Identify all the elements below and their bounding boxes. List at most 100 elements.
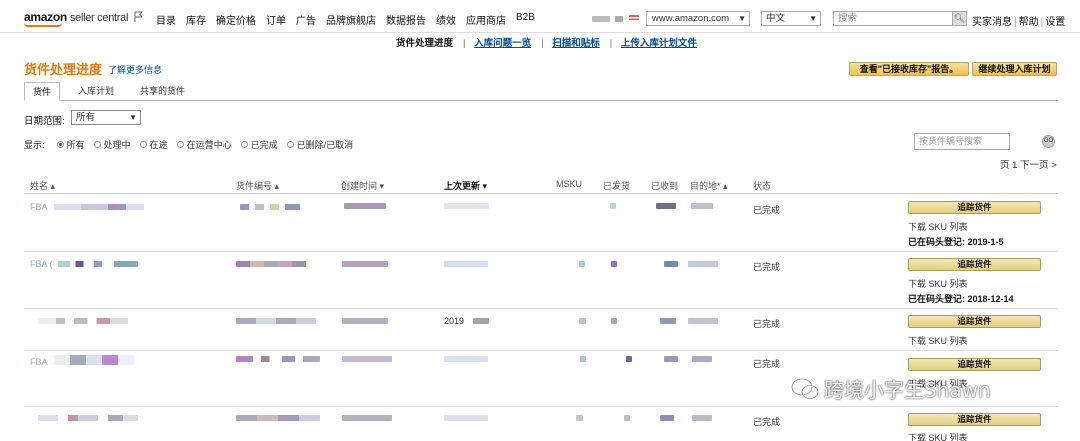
date-range-label: 日期范围: [24, 116, 65, 127]
filter-in-transit-radio[interactable]: 在途 [139, 138, 168, 151]
language-select[interactable]: 中文 ▼ [761, 11, 821, 26]
radio-icon [240, 141, 248, 148]
dropdown-arrow-icon: ▼ [738, 14, 746, 23]
search-icon[interactable]: 🔍︎ [952, 12, 966, 25]
blurred-text [664, 356, 678, 362]
track-shipment-button[interactable]: 追踪货件 [908, 358, 1041, 371]
subnav-scan-label[interactable]: 扫描和贴标 [552, 38, 600, 49]
tab-shipments[interactable]: 货件 [24, 82, 61, 101]
shipment-search-input[interactable]: 按货件编号搜索 [914, 133, 1010, 150]
tab-inbound-plans[interactable]: 入库计划 [70, 82, 122, 101]
blurred-text [692, 356, 712, 362]
go-button[interactable]: GO [1042, 135, 1055, 148]
page-title: 货件处理进度 [24, 62, 103, 77]
received-report-button[interactable]: 查看"已接收库存"报告。 [849, 62, 969, 76]
shipment-name[interactable]: FBA [30, 202, 48, 212]
col-last-updated[interactable]: 上次更新 ▾ [444, 179, 487, 192]
nav-item[interactable]: 应用商店 [466, 12, 506, 27]
blurred-text [344, 203, 386, 209]
tab-shared-shipments[interactable]: 共享的货件 [132, 82, 193, 101]
download-sku-link[interactable]: 下载 SKU 列表 [908, 277, 968, 290]
nav-item[interactable]: 数据报告 [386, 12, 426, 27]
main-nav: 目录 库存 确定价格 订单 广告 品牌旗舰店 数据报告 绩效 应用商店 B2B [156, 12, 545, 27]
col-received: 已收到 [651, 181, 679, 191]
flag-icon[interactable] [134, 11, 144, 22]
track-shipment-button[interactable]: 追踪货件 [908, 258, 1041, 271]
col-shipment-id[interactable]: 货件编号 ▴ [236, 179, 279, 192]
show-label: 显示: [24, 140, 45, 150]
blurred-text [691, 203, 713, 209]
tab-bar: 货件 入库计划 共享的货件 [24, 82, 1058, 101]
track-shipment-button[interactable]: 追踪货件 [908, 315, 1041, 328]
blurred-text [611, 261, 617, 267]
download-sku-link[interactable]: 下载 SKU 列表 [908, 334, 968, 347]
learn-more-link[interactable]: 了解更多信息 [108, 63, 162, 76]
nav-item[interactable]: 广告 [296, 12, 316, 27]
blurred-text [688, 261, 718, 267]
settings-link[interactable]: 设置 [1045, 17, 1065, 28]
track-shipment-button[interactable]: 追踪货件 [908, 413, 1041, 426]
col-destination[interactable]: 目的地* ▴ [690, 179, 728, 192]
status-badge: 已完成 [753, 359, 781, 369]
blurred-text [236, 356, 320, 362]
blurred-account [615, 16, 623, 22]
nav-item[interactable]: 确定价格 [216, 12, 256, 27]
table-row: FBA 已完成 追踪货件 下载 SKU 列表 已在码头登记: 2019-1-5 [24, 195, 1058, 252]
blurred-text [626, 356, 632, 362]
search-input[interactable]: 搜索 🔍︎ [833, 11, 967, 26]
nav-item[interactable]: 绩效 [436, 12, 456, 27]
help-link[interactable]: 帮助 [1019, 17, 1039, 28]
nav-item[interactable]: 库存 [186, 12, 206, 27]
blurred-text [624, 415, 630, 421]
col-created[interactable]: 创建时间 ▾ [341, 179, 384, 192]
status-badge: 已完成 [753, 417, 781, 427]
marketplace-select[interactable]: www.amazon.com ▼ [646, 11, 750, 26]
subnav-upload-plan[interactable]: 上传入库计划文件 [621, 38, 697, 49]
top-links: 买家消息 | 帮助 | 设置 [972, 17, 1066, 28]
pagination[interactable]: 页 1 下一页 > [1000, 157, 1057, 171]
nav-item[interactable]: 订单 [266, 12, 286, 27]
filter-working-radio[interactable]: 处理中 [93, 138, 131, 151]
blurred-text [444, 356, 488, 362]
blurred-text [664, 261, 678, 267]
messages-link[interactable]: 买家消息 [972, 17, 1012, 28]
col-status: 状态 [753, 181, 772, 191]
blurred-text [660, 318, 676, 324]
track-shipment-button[interactable]: 追踪货件 [908, 201, 1041, 214]
subnav-current: 货件处理进度 [396, 38, 454, 49]
filter-closed-radio[interactable]: 已完成 [240, 138, 278, 151]
blurred-text [579, 318, 586, 324]
nav-item[interactable]: 品牌旗舰店 [326, 12, 376, 27]
filter-at-fc-radio[interactable]: 在运营中心 [176, 138, 232, 151]
blurred-text [54, 204, 144, 210]
status-badge: 已完成 [753, 319, 781, 329]
blurred-text [576, 415, 583, 421]
filter-cancelled-radio[interactable]: 已删除/已取消 [286, 138, 353, 151]
blurred-text [688, 318, 718, 324]
table-row: 2019 已完成 追踪货件 下载 SKU 列表 [24, 309, 1058, 351]
subnav-inbound-problems[interactable]: 入库问题一览 [474, 38, 531, 49]
blurred-text [473, 318, 489, 324]
shipment-name[interactable]: FBA ( [30, 259, 53, 269]
continue-plan-button[interactable]: 继续处理入库计划 [972, 62, 1057, 76]
filter-all-radio[interactable]: 所有 [56, 138, 85, 151]
blurred-text [611, 318, 617, 324]
date-range-select[interactable]: 所有 ▼ [71, 110, 141, 125]
download-sku-link[interactable]: 下载 SKU 列表 [908, 431, 968, 441]
col-name[interactable]: 姓名 ▴ [30, 179, 55, 192]
col-shipped: 已发货 [603, 181, 631, 191]
blurred-text [38, 415, 138, 421]
wechat-icon [791, 378, 819, 400]
download-sku-link[interactable]: 下载 SKU 列表 [908, 220, 968, 233]
blurred-text [444, 415, 488, 421]
shipment-name[interactable]: FBA [30, 357, 48, 367]
status-badge: 已完成 [753, 262, 781, 272]
us-flag-icon [629, 15, 639, 22]
blurred-text [236, 261, 306, 267]
nav-item[interactable]: B2B [516, 12, 535, 27]
logo[interactable]: amazon seller central [24, 10, 128, 24]
blurred-text [579, 261, 585, 267]
last-updated: 2019 [444, 316, 465, 326]
table-row: FBA ( 已完成 追踪货件 下载 SKU 列表 已在码头登记: 2018-12… [24, 252, 1058, 309]
nav-item[interactable]: 目录 [156, 12, 176, 27]
